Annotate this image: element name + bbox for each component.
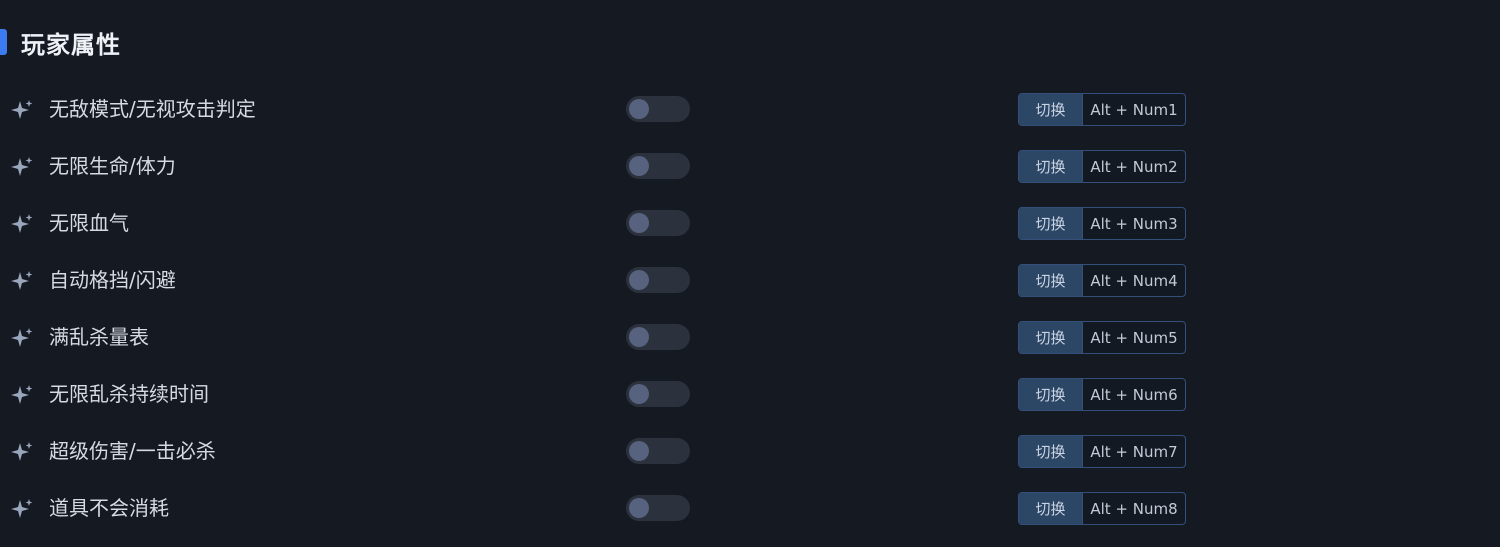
hotkey-label: Alt + Num4 <box>1090 271 1178 290</box>
toggle-knob <box>629 327 649 347</box>
cheat-row: 超级伤害/一击必杀 切换 Alt + Num7 <box>0 423 1500 480</box>
cheat-label: 无敌模式/无视攻击判定 <box>49 97 256 121</box>
cheat-toggle[interactable] <box>626 381 690 407</box>
cheat-row: 无敌模式/无视攻击判定 切换 Alt + Num1 <box>0 81 1500 138</box>
sparkle-icon <box>11 499 33 518</box>
cheat-label: 无限生命/体力 <box>49 154 176 178</box>
cheat-toggle[interactable] <box>626 324 690 350</box>
player-attributes-panel: 玩家属性 无敌模式/无视攻击判定 切换 Alt + Num1 无限生命/体力 切… <box>0 0 1500 547</box>
toggle-action-button[interactable]: 切换 <box>1019 94 1083 125</box>
hotkey-label: Alt + Num8 <box>1090 499 1178 518</box>
hotkey-group: 切换 Alt + Num7 <box>1018 435 1186 468</box>
hotkey-label: Alt + Num3 <box>1090 214 1178 233</box>
cheat-toggle[interactable] <box>626 153 690 179</box>
toggle-knob <box>629 99 649 119</box>
toggle-knob <box>629 213 649 233</box>
hotkey-label: Alt + Num1 <box>1090 100 1178 119</box>
hotkey-label: Alt + Num5 <box>1090 328 1178 347</box>
cheat-toggle[interactable] <box>626 96 690 122</box>
hotkey-label: Alt + Num6 <box>1090 385 1178 404</box>
sparkle-icon <box>11 214 33 233</box>
toggle-knob <box>629 384 649 404</box>
toggle-action-button[interactable]: 切换 <box>1019 265 1083 296</box>
hotkey-group: 切换 Alt + Num2 <box>1018 150 1186 183</box>
cheat-label: 无限血气 <box>49 211 129 235</box>
sparkle-icon <box>11 385 33 404</box>
toggle-knob <box>629 270 649 290</box>
cheat-label: 无限乱杀持续时间 <box>49 382 209 406</box>
hotkey-group: 切换 Alt + Num8 <box>1018 492 1186 525</box>
cheat-row: 满乱杀量表 切换 Alt + Num5 <box>0 309 1500 366</box>
sparkle-icon <box>11 100 33 119</box>
cheat-row: 自动格挡/闪避 切换 Alt + Num4 <box>0 252 1500 309</box>
cheat-label: 满乱杀量表 <box>49 325 149 349</box>
toggle-knob <box>629 441 649 461</box>
toggle-action-button[interactable]: 切换 <box>1019 208 1083 239</box>
cheat-row: 无限血气 切换 Alt + Num3 <box>0 195 1500 252</box>
section-header: 玩家属性 <box>0 24 121 60</box>
section-accent-bar <box>0 29 7 55</box>
cheat-label: 自动格挡/闪避 <box>49 268 176 292</box>
cheat-row: 无限生命/体力 切换 Alt + Num2 <box>0 138 1500 195</box>
toggle-action-button[interactable]: 切换 <box>1019 379 1083 410</box>
toggle-action-button[interactable]: 切换 <box>1019 322 1083 353</box>
cheat-toggle[interactable] <box>626 495 690 521</box>
cheat-label: 道具不会消耗 <box>49 496 169 520</box>
sparkle-icon <box>11 328 33 347</box>
hotkey-label: Alt + Num2 <box>1090 157 1178 176</box>
hotkey-group: 切换 Alt + Num4 <box>1018 264 1186 297</box>
sparkle-icon <box>11 157 33 176</box>
sparkle-icon <box>11 271 33 290</box>
toggle-knob <box>629 498 649 518</box>
hotkey-label: Alt + Num7 <box>1090 442 1178 461</box>
toggle-action-button[interactable]: 切换 <box>1019 493 1083 524</box>
hotkey-group: 切换 Alt + Num5 <box>1018 321 1186 354</box>
cheat-toggle[interactable] <box>626 438 690 464</box>
cheat-toggle[interactable] <box>626 267 690 293</box>
toggle-knob <box>629 156 649 176</box>
toggle-action-button[interactable]: 切换 <box>1019 151 1083 182</box>
sparkle-icon <box>11 442 33 461</box>
hotkey-group: 切换 Alt + Num1 <box>1018 93 1186 126</box>
cheat-list: 无敌模式/无视攻击判定 切换 Alt + Num1 无限生命/体力 切换 Alt… <box>0 81 1500 537</box>
hotkey-group: 切换 Alt + Num6 <box>1018 378 1186 411</box>
hotkey-group: 切换 Alt + Num3 <box>1018 207 1186 240</box>
cheat-row: 道具不会消耗 切换 Alt + Num8 <box>0 480 1500 537</box>
cheat-row: 无限乱杀持续时间 切换 Alt + Num6 <box>0 366 1500 423</box>
cheat-toggle[interactable] <box>626 210 690 236</box>
cheat-label: 超级伤害/一击必杀 <box>49 439 216 463</box>
section-title: 玩家属性 <box>21 30 121 59</box>
toggle-action-button[interactable]: 切换 <box>1019 436 1083 467</box>
